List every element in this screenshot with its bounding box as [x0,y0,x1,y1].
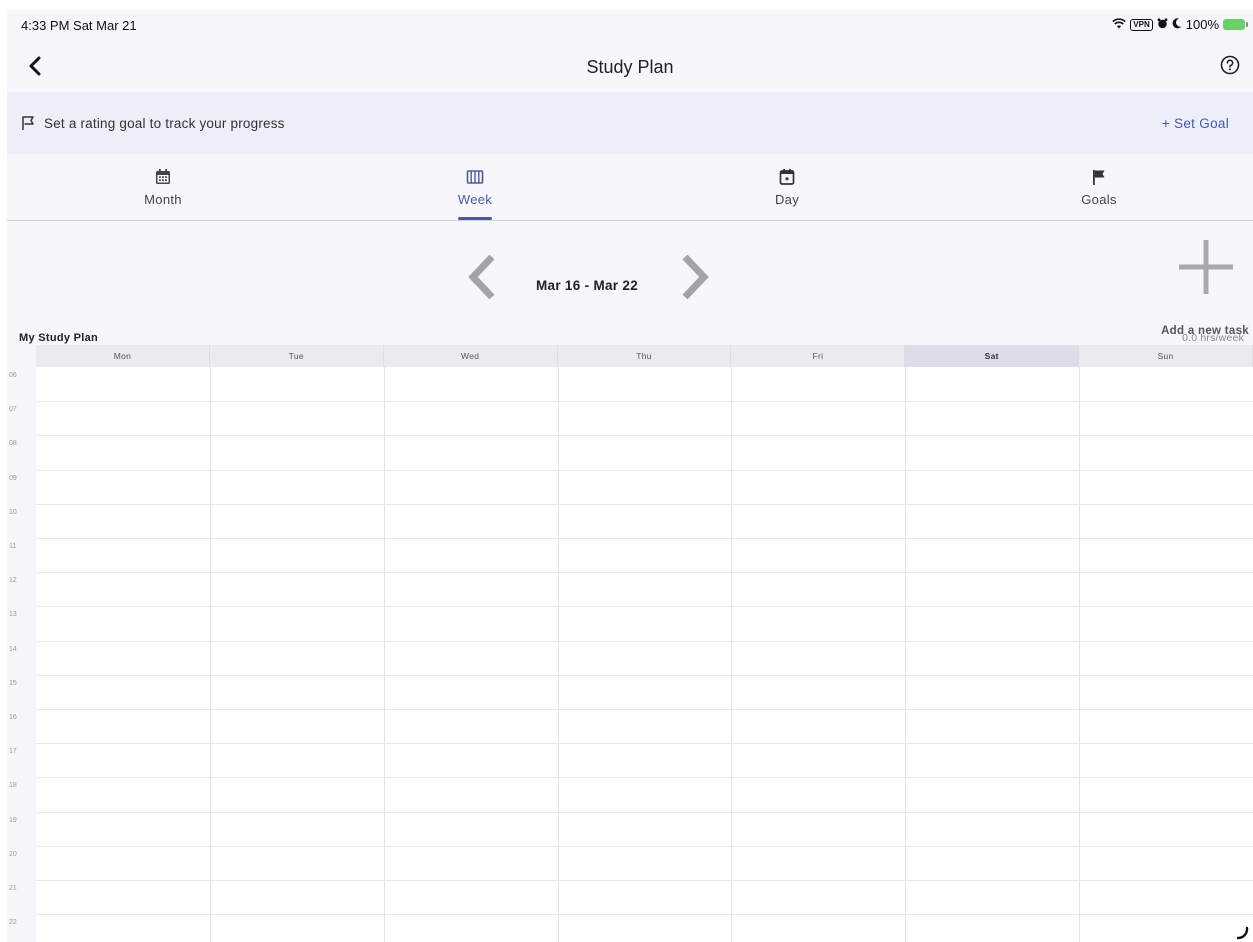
day-header-thu: Thu [557,345,732,367]
goal-banner: Set a rating goal to track your progress… [7,92,1253,154]
flag-icon [1093,170,1105,185]
tab-day[interactable]: Day [631,154,943,220]
hour-row-divider [36,743,1253,744]
day-header-sat: Sat [905,345,1080,367]
previous-week-button[interactable] [462,252,502,302]
hour-label: 13 [9,611,17,618]
hour-label: 16 [9,714,17,721]
moon-icon [1172,17,1182,32]
hour-label: 06 [9,372,17,379]
study-plan-screen: 4:33 PM Sat Mar 21 VPN 100% Study Plan S… [7,10,1253,942]
hour-row-divider [36,709,1253,710]
next-week-button[interactable] [675,252,715,302]
calendar-month-icon [156,169,170,184]
hours-per-week: 0.0 hrs/week [1182,332,1244,344]
help-circle-icon [1220,55,1240,75]
hour-row-divider [36,504,1253,505]
hour-label: 07 [9,406,17,413]
hour-row-divider [36,812,1253,813]
help-button[interactable] [1219,54,1243,78]
week-calendar: Mon Tue Wed Thu Fri Sat Sun 06 07 08 09 10 11 12 13 14… [7,345,1253,942]
hour-row-divider [36,538,1253,539]
hour-label: 17 [9,748,17,755]
hour-label: 10 [9,509,17,516]
week-range-label: Mar 16 - Mar 22 [535,278,639,293]
hour-row-divider [36,641,1253,642]
corner-indicator-icon [1236,926,1249,940]
set-goal-button[interactable]: + Set Goal [1162,116,1229,131]
calendar-week-icon [466,170,484,184]
battery-percent: 100% [1185,17,1219,32]
day-column-divider [1079,367,1080,942]
tab-week[interactable]: Week [319,154,631,220]
vpn-badge: VPN [1130,18,1153,31]
hour-row-divider [36,914,1253,915]
status-time: 4:33 PM Sat Mar 21 [21,18,137,33]
day-column-divider [905,367,906,942]
hour-label: 21 [9,885,17,892]
tab-goals[interactable]: Goals [943,154,1253,220]
hour-label: 09 [9,475,17,482]
day-column-divider [210,367,211,942]
goal-banner-text: Set a rating goal to track your progress [44,116,285,131]
flag-outline-icon [22,116,34,130]
hour-row-divider [36,880,1253,881]
hour-row-divider [36,435,1253,436]
wifi-icon [1112,17,1127,32]
tab-month-label: Month [144,192,182,207]
hour-label: 11 [9,543,17,550]
tab-day-label: Day [774,192,800,207]
hour-row-divider [36,846,1253,847]
hour-label: 19 [9,817,17,824]
day-header-tue: Tue [209,345,384,367]
battery-charging-icon [1223,19,1248,30]
active-tab-indicator [458,217,492,220]
day-column-divider [558,367,559,942]
add-task-button[interactable] [1179,240,1233,294]
hour-label: 08 [9,440,17,447]
hour-label: 15 [9,680,17,687]
day-column-divider [384,367,385,942]
hour-row-divider [36,401,1253,402]
day-header-sun: Sun [1079,345,1253,367]
hour-label: 18 [9,782,17,789]
page-title: Study Plan [586,57,674,77]
hour-label: 12 [9,577,17,584]
navigation-bar: Study Plan [7,44,1253,92]
hour-row-divider [36,470,1253,471]
status-indicators: VPN 100% [1112,17,1248,32]
day-header-fri: Fri [731,345,906,367]
alarm-icon [1157,17,1168,32]
day-header-wed: Wed [383,345,558,367]
hour-row-divider [36,675,1253,676]
view-tabs: Month Week Day Goals [7,154,1253,221]
day-column-divider [731,367,732,942]
hour-row-divider [36,606,1253,607]
hour-row-divider [36,777,1253,778]
day-header-row: Mon Tue Wed Thu Fri Sat Sun [36,345,1253,367]
week-navigator: Mar 16 - Mar 22 Add a new task [7,222,1253,342]
tab-goals-label: Goals [1081,192,1117,207]
calendar-day-icon [779,169,795,185]
day-header-mon: Mon [36,345,210,367]
hour-row-divider [36,572,1253,573]
tab-week-label: Week [457,192,493,207]
hour-label: 14 [9,646,17,653]
calendar-grid[interactable] [36,367,1253,942]
study-plan-title: My Study Plan [19,332,99,344]
tab-month[interactable]: Month [7,154,319,220]
hour-label: 20 [9,851,17,858]
status-bar: 4:33 PM Sat Mar 21 VPN 100% [7,10,1253,42]
hour-label: 22 [9,919,17,926]
